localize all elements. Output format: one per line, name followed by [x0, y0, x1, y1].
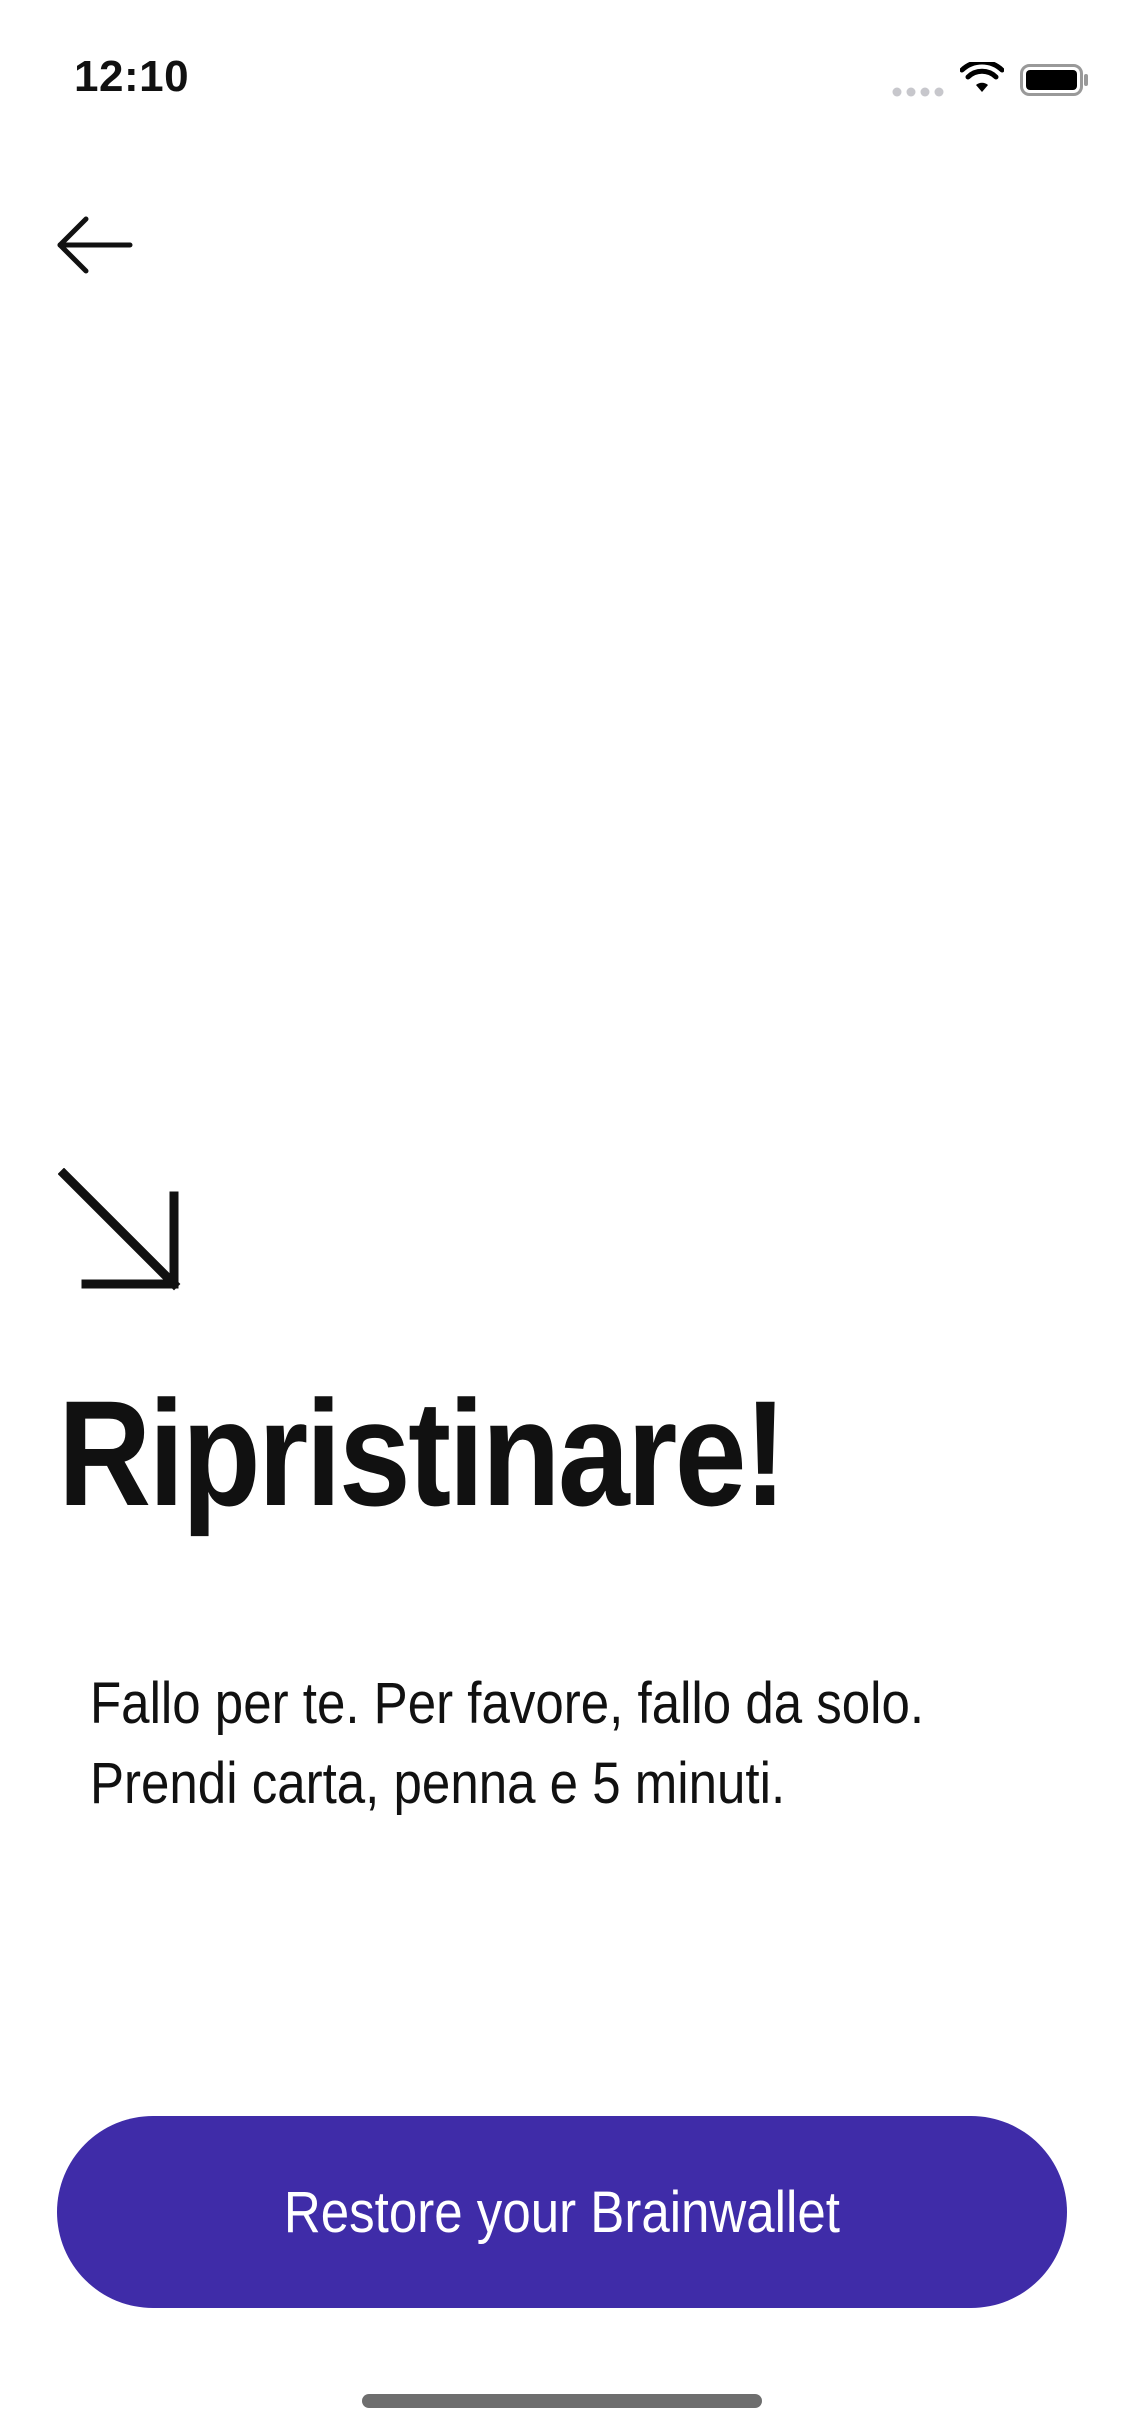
- restore-button-label: Restore your Brainwallet: [283, 2179, 840, 2245]
- back-button[interactable]: [52, 210, 142, 290]
- page-title: Ripristinare!: [58, 1369, 787, 1537]
- restore-brainwallet-button[interactable]: Restore your Brainwallet: [57, 2116, 1067, 2308]
- arrow-down-right-icon: [58, 1168, 181, 1291]
- wifi-icon: [960, 62, 1004, 92]
- cellular-signal-icon: [892, 87, 944, 97]
- instructions-line-2: Prendi carta, penna e 5 minuti.: [90, 1751, 786, 1816]
- status-bar: 12:10: [0, 0, 1124, 150]
- instructions-line-1: Fallo per te. Per favore, fallo da solo.: [90, 1671, 925, 1736]
- home-indicator[interactable]: [362, 2394, 762, 2408]
- battery-icon: [1020, 64, 1088, 96]
- status-time: 12:10: [74, 52, 190, 101]
- instructions-text: Fallo per te. Per favore, fallo da solo.…: [90, 1664, 970, 1824]
- arrow-left-icon: [57, 216, 133, 274]
